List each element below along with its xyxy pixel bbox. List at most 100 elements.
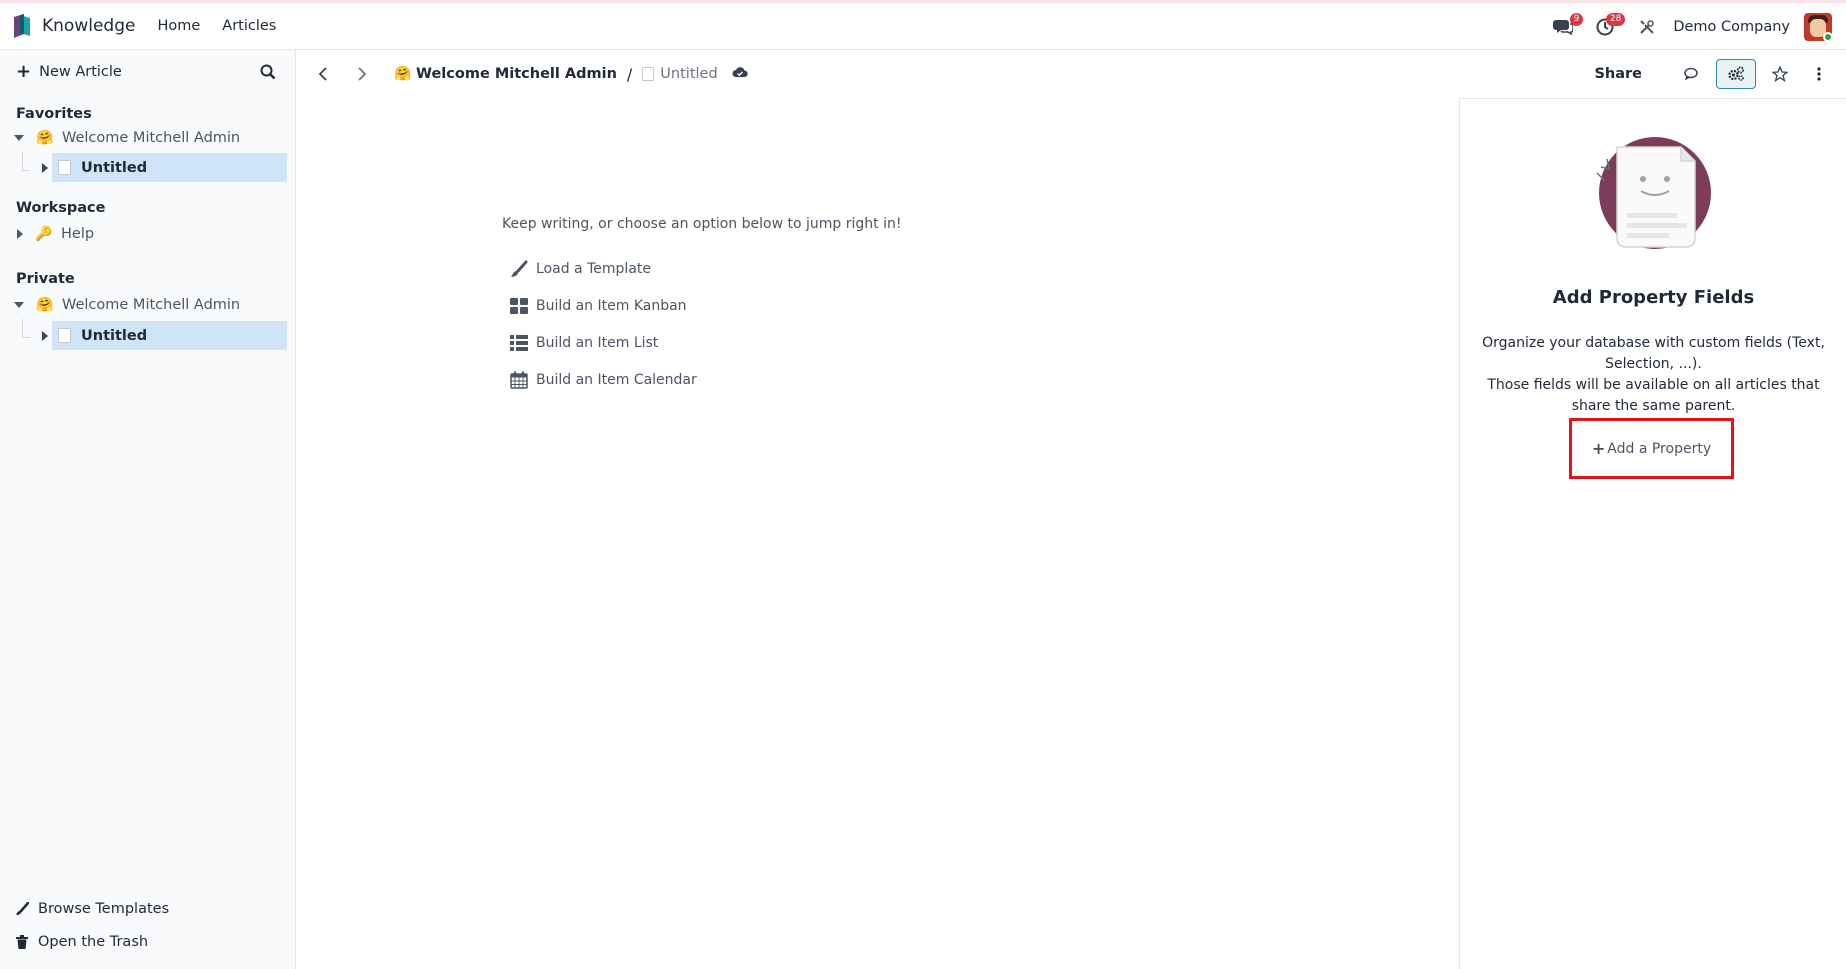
- user-avatar[interactable]: [1804, 12, 1832, 41]
- breadcrumb-current-label: Untitled: [660, 66, 718, 82]
- workspace-help-item[interactable]: 🔑 Help: [14, 221, 94, 247]
- comments-button[interactable]: [1672, 59, 1712, 89]
- chevron-left-icon: [318, 67, 327, 81]
- star-icon: [1772, 66, 1788, 82]
- document-icon: [58, 328, 71, 343]
- article-header: 🤗 Welcome Mitchell Admin / Untitled Shar…: [297, 50, 1846, 98]
- th-large-icon: [510, 297, 528, 315]
- private-child-item[interactable]: Untitled: [42, 321, 287, 350]
- online-status-dot: [1823, 31, 1832, 41]
- new-article-label: New Article: [39, 64, 122, 80]
- add-property-button[interactable]: + Add a Property: [1592, 439, 1711, 458]
- company-switcher[interactable]: Demo Company: [1673, 19, 1790, 35]
- favorites-title: Favorites: [16, 106, 92, 122]
- document-icon: [642, 67, 655, 81]
- share-button[interactable]: Share: [1594, 66, 1642, 82]
- favorite-toggle[interactable]: [1760, 59, 1800, 89]
- cogs-icon: [1728, 66, 1744, 81]
- systray: 9 28 Demo Company: [1535, 3, 1832, 50]
- caret-down-icon[interactable]: [14, 135, 24, 141]
- tree-line: [22, 337, 30, 338]
- plus-icon: +: [16, 61, 32, 82]
- breadcrumb-separator: /: [626, 64, 633, 84]
- workspace-title: Workspace: [16, 200, 106, 216]
- smiling-document-illustration-icon: [1595, 129, 1715, 249]
- caret-right-icon[interactable]: [42, 330, 48, 341]
- nav-home[interactable]: Home: [157, 18, 200, 34]
- calendar-icon: [510, 371, 528, 389]
- build-kanban-label: Build an Item Kanban: [536, 298, 687, 314]
- add-property-highlight: + Add a Property: [1569, 418, 1734, 479]
- add-property-label: Add a Property: [1607, 440, 1712, 457]
- top-navbar: Knowledge Home Articles 9 28 Demo Compan…: [0, 0, 1846, 50]
- build-calendar-label: Build an Item Calendar: [536, 372, 697, 388]
- back-button[interactable]: [313, 64, 333, 84]
- new-article-button[interactable]: + New Article: [16, 61, 122, 82]
- properties-description: Organize your database with custom field…: [1480, 333, 1827, 417]
- caret-down-icon[interactable]: [14, 302, 24, 308]
- activities-badge: 28: [1605, 12, 1626, 26]
- editor-hint: Keep writing, or choose an option below …: [502, 216, 902, 232]
- properties-description-line-2: Those fields will be available on all ar…: [1487, 377, 1820, 414]
- search-button[interactable]: [260, 64, 280, 84]
- cloud-check-icon: [732, 67, 748, 77]
- properties-title: Add Property Fields: [1552, 287, 1755, 308]
- properties-panel-toggle[interactable]: [1716, 59, 1756, 89]
- paint-brush-icon: [14, 902, 30, 916]
- private-title: Private: [16, 271, 75, 287]
- list-icon: [510, 334, 528, 352]
- messages-button[interactable]: 9: [1549, 12, 1584, 41]
- workspace-help-label: Help: [61, 226, 95, 242]
- tools-icon: [1640, 19, 1655, 34]
- favorites-child-label: Untitled: [81, 159, 148, 176]
- favorites-parent-item[interactable]: 🤗 Welcome Mitchell Admin: [14, 125, 240, 151]
- favorites-child-item[interactable]: Untitled: [42, 153, 287, 182]
- search-icon: [260, 64, 276, 80]
- activities-button[interactable]: 28: [1591, 12, 1626, 41]
- kebab-menu-icon: [1817, 67, 1821, 81]
- app-name: Knowledge: [42, 16, 136, 36]
- saved-status-button[interactable]: [732, 66, 748, 82]
- caret-right-icon[interactable]: [17, 229, 23, 239]
- tree-line: [22, 319, 23, 337]
- forward-button[interactable]: [352, 64, 372, 84]
- private-parent-label: Welcome Mitchell Admin: [62, 297, 241, 313]
- debug-tools-button[interactable]: [1633, 13, 1661, 41]
- tree-line: [22, 152, 23, 170]
- properties-panel: Add Property Fields Organize your databa…: [1459, 98, 1846, 969]
- more-options-button[interactable]: [1804, 59, 1834, 89]
- header-actions: Share: [1594, 50, 1834, 98]
- properties-description-line-1: Organize your database with custom field…: [1482, 335, 1825, 372]
- hugging-face-emoji-icon: 🤗: [36, 297, 54, 313]
- open-trash-link[interactable]: Open the Trash: [14, 934, 148, 950]
- load-template-label: Load a Template: [536, 261, 651, 277]
- chevron-right-icon: [358, 67, 367, 81]
- sidebar: + New Article Favorites 🤗 Welcome Mitche…: [0, 50, 296, 969]
- hugging-face-emoji-icon: 🤗: [36, 130, 54, 146]
- load-template-command[interactable]: Load a Template: [510, 260, 651, 278]
- nav-articles[interactable]: Articles: [222, 18, 276, 34]
- private-parent-item[interactable]: 🤗 Welcome Mitchell Admin: [14, 292, 240, 318]
- trash-icon: [14, 935, 30, 949]
- tree-line: [22, 170, 30, 171]
- brand[interactable]: Knowledge: [12, 14, 157, 38]
- open-trash-label: Open the Trash: [38, 934, 149, 950]
- knowledge-logo-icon: [12, 14, 32, 38]
- document-icon: [58, 160, 71, 175]
- breadcrumb-current[interactable]: Untitled: [642, 66, 718, 82]
- hugging-face-emoji-icon: 🤗: [394, 66, 412, 82]
- comments-icon: [1684, 67, 1698, 81]
- build-calendar-command[interactable]: Build an Item Calendar: [510, 371, 697, 389]
- caret-right-icon[interactable]: [42, 162, 48, 173]
- browse-templates-link[interactable]: Browse Templates: [14, 901, 169, 917]
- paint-brush-icon: [510, 260, 528, 278]
- build-list-label: Build an Item List: [536, 335, 659, 351]
- private-child-label: Untitled: [81, 327, 148, 344]
- build-kanban-command[interactable]: Build an Item Kanban: [510, 297, 687, 315]
- plus-icon: +: [1591, 439, 1606, 458]
- breadcrumb-parent[interactable]: 🤗 Welcome Mitchell Admin: [394, 66, 617, 82]
- browse-templates-label: Browse Templates: [38, 901, 170, 917]
- breadcrumb-parent-label: Welcome Mitchell Admin: [416, 66, 617, 82]
- build-list-command[interactable]: Build an Item List: [510, 334, 658, 352]
- key-emoji-icon: 🔑: [35, 226, 53, 242]
